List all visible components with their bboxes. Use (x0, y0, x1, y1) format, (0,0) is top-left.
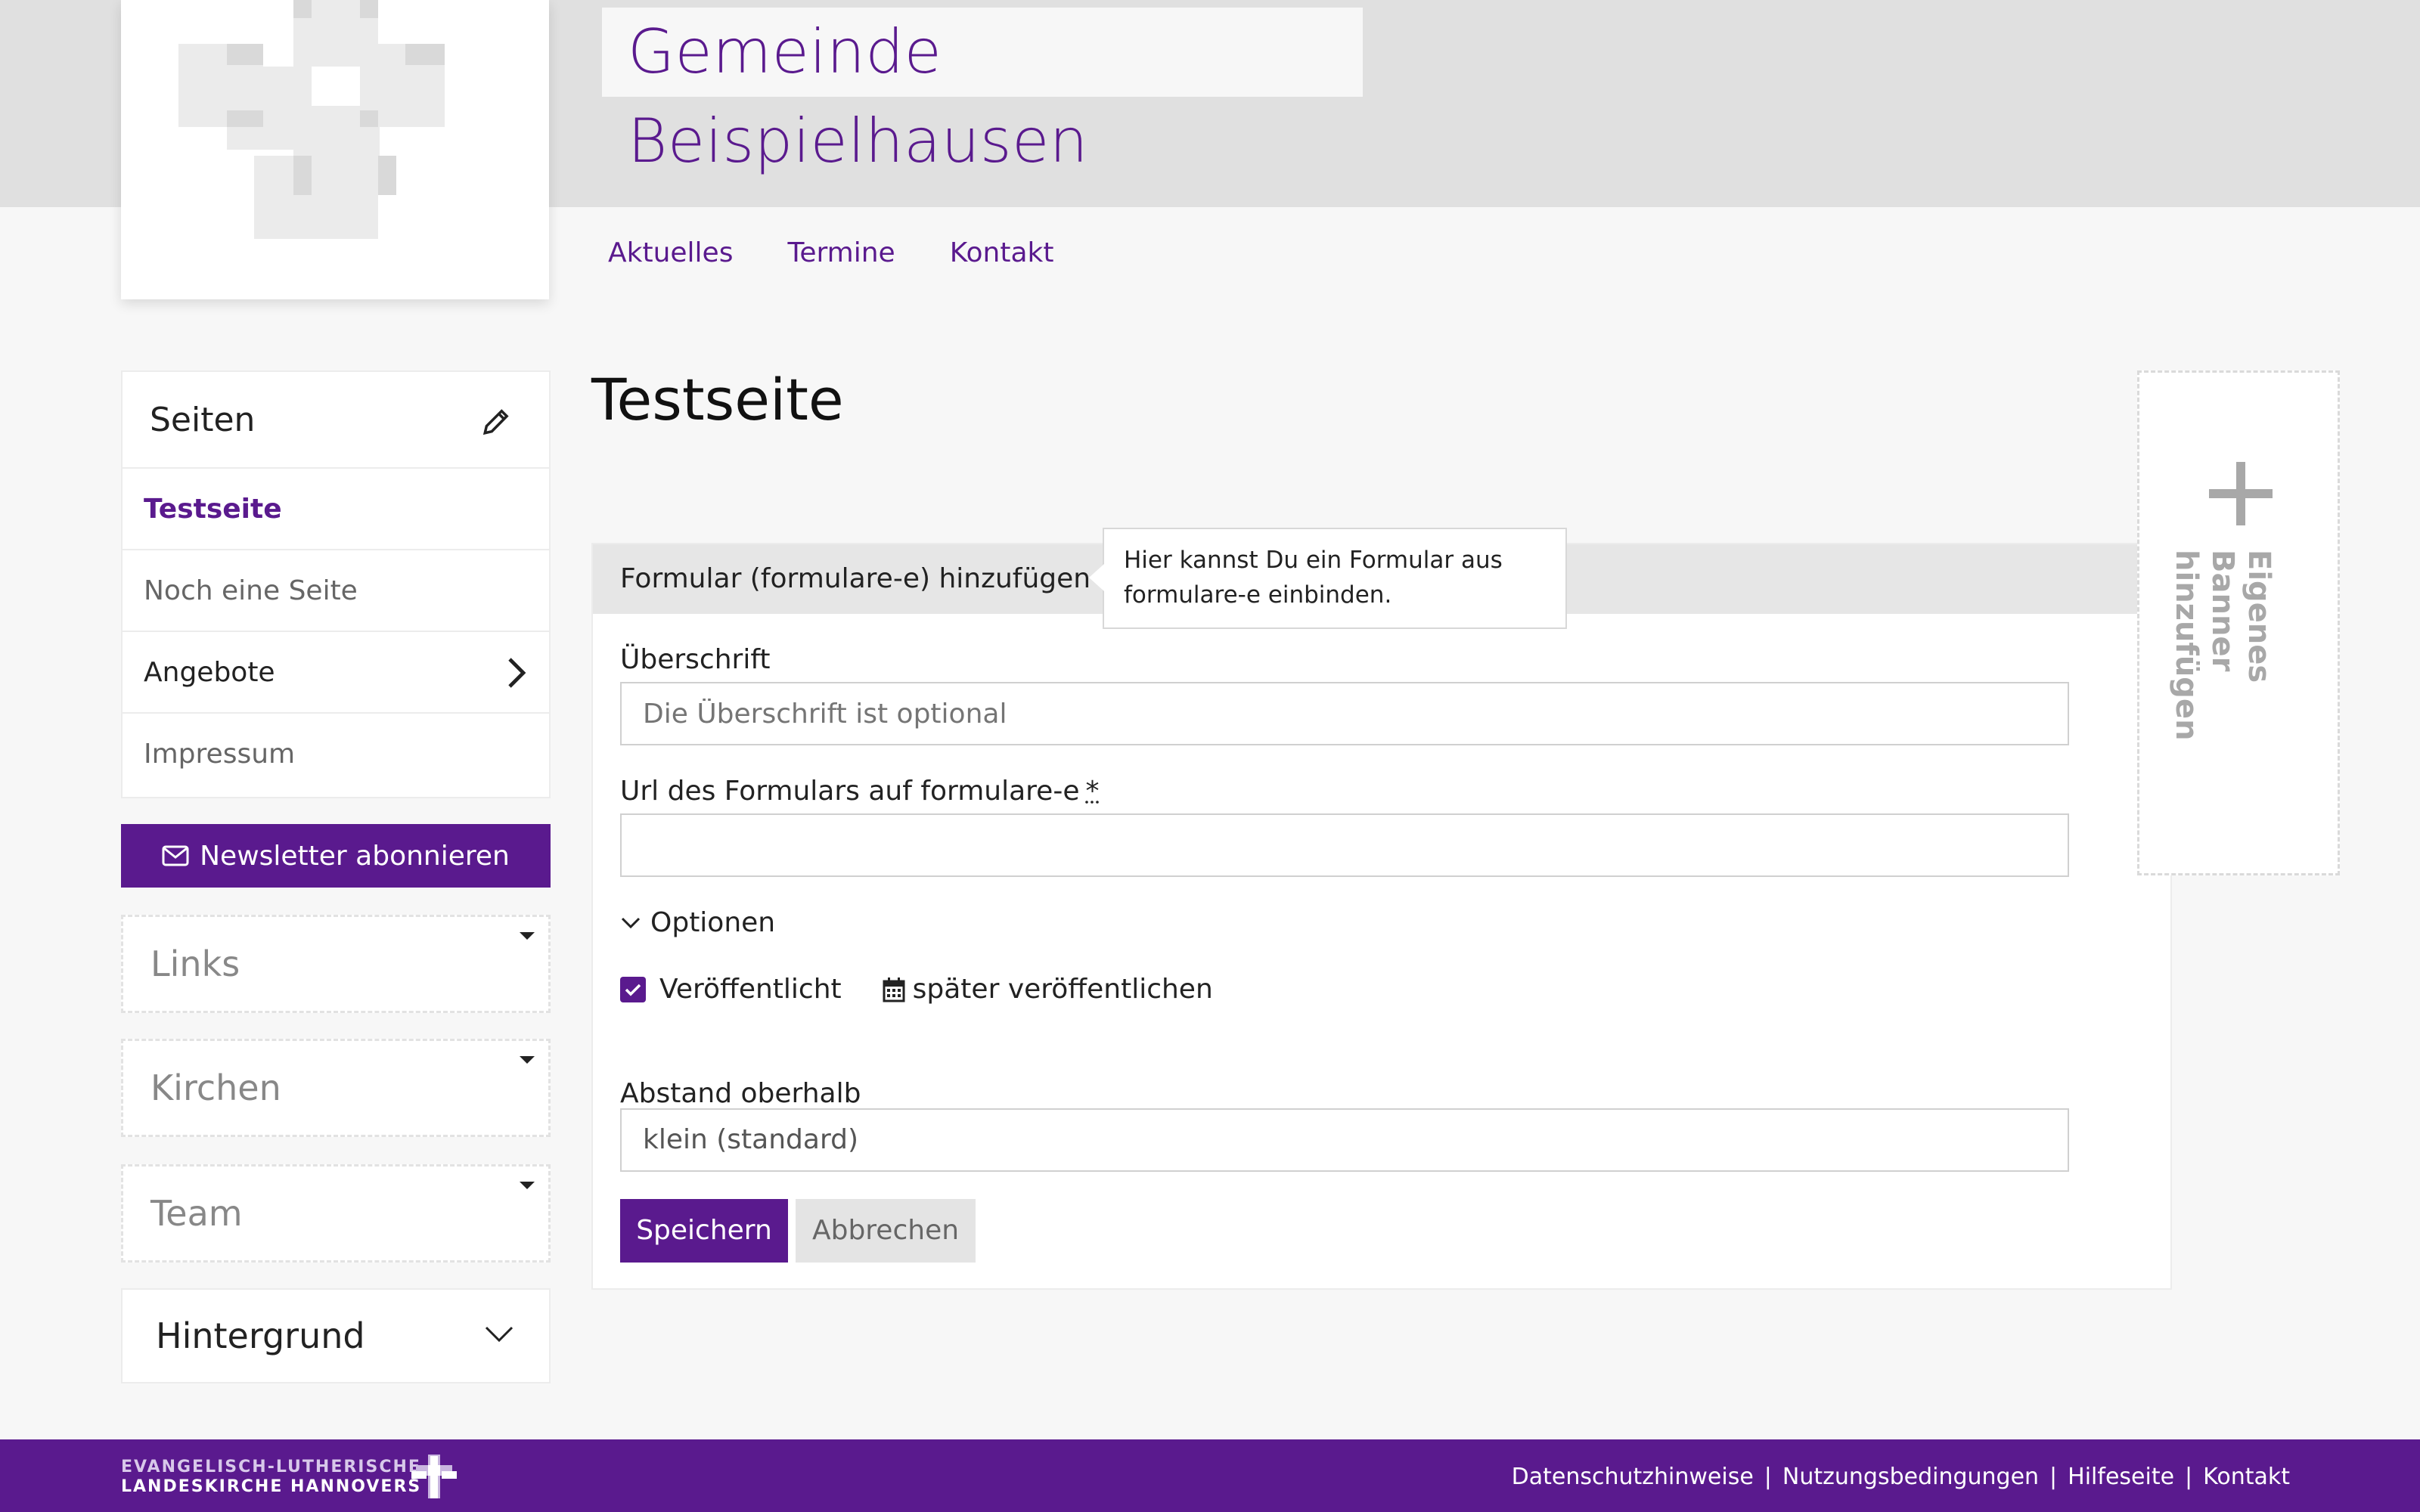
form-card: Formular (formulare-e) hinzufügen? Übers… (591, 543, 2172, 1290)
collapsible-label: Links (150, 943, 240, 984)
chevron-right-icon (508, 658, 526, 688)
site-logo[interactable] (121, 0, 549, 299)
pages-panel-header: Seiten (123, 372, 549, 469)
add-banner-button[interactable]: Eigenes Banner hinzufügen (2137, 370, 2340, 875)
form-card-title: Formular (formulare-e) hinzufügen (620, 563, 1091, 594)
footer-link-hilfeseite[interactable]: Hilfeseite (2068, 1464, 2174, 1490)
background-panel-label: Hintergrund (156, 1315, 365, 1356)
sidebar-item-impressum[interactable]: Impressum (123, 714, 549, 795)
chevron-down-icon (621, 917, 641, 928)
page-title: Testseite (591, 366, 844, 433)
publish-later-label: später veröffentlichen (912, 974, 1213, 1005)
sidebar-item-label: Impressum (144, 739, 296, 770)
cancel-button[interactable]: Abbrechen (796, 1199, 976, 1263)
caret-down-icon (520, 932, 535, 940)
footer-link-nutzungsbedingungen[interactable]: Nutzungsbedingungen (1782, 1464, 2039, 1490)
newsletter-button-label: Newsletter abonnieren (200, 840, 510, 872)
collapsible-links[interactable]: Links (121, 915, 551, 1013)
checkmark-icon (625, 984, 641, 996)
nav-termine[interactable]: Termine (787, 237, 895, 268)
footer-brand-line2: LANDESKIRCHE HANNOVERS (121, 1477, 422, 1496)
footer-brand[interactable]: EVANGELISCH-LUTHERISCHE LANDESKIRCHE HAN… (121, 1458, 421, 1497)
sidebar-item-angebote[interactable]: Angebote (123, 632, 549, 714)
chevron-down-icon (485, 1326, 513, 1343)
url-input[interactable] (620, 813, 2069, 877)
site-title[interactable]: Gemeinde Beispielhausen (602, 8, 1363, 176)
spacing-select[interactable]: klein (standard) (620, 1108, 2069, 1172)
sidebar-item-label: Angebote (144, 657, 275, 688)
published-checkbox[interactable] (620, 976, 646, 1002)
sidebar-item-testseite[interactable]: Testseite (123, 469, 549, 550)
caret-down-icon (520, 1182, 535, 1189)
envelope-icon (162, 845, 189, 866)
footer-separator: | (2049, 1464, 2058, 1490)
options-label: Optionen (650, 907, 776, 938)
sidebar-item-label: Testseite (144, 494, 282, 525)
pages-panel-title: Seiten (150, 401, 256, 439)
url-label: Url des Formulars auf formulare-e * (620, 776, 1099, 807)
footer-link-kontakt[interactable]: Kontakt (2203, 1464, 2290, 1490)
heading-label: Überschrift (620, 644, 771, 675)
options-toggle[interactable]: Optionen (620, 907, 775, 938)
newsletter-button[interactable]: Newsletter abonnieren (121, 824, 551, 888)
collapsible-team[interactable]: Team (121, 1164, 551, 1263)
caret-down-icon (520, 1056, 535, 1064)
publish-later-button[interactable]: später veröffentlichen (883, 974, 1213, 1005)
footer-links: Datenschutzhinweise | Nutzungsbedingunge… (1512, 1464, 2290, 1490)
publish-row: Veröffentlicht später veröffentlichen (620, 974, 1213, 1005)
church-cross-logo-icon (411, 1455, 457, 1498)
collapsible-label: Team (150, 1193, 243, 1234)
collapsible-label: Kirchen (150, 1067, 281, 1108)
footer-separator: | (2185, 1464, 2193, 1490)
footer-link-datenschutz[interactable]: Datenschutzhinweise (1512, 1464, 1754, 1490)
pencil-icon[interactable] (481, 405, 513, 437)
footer-separator: | (1764, 1464, 1772, 1490)
calendar-icon (883, 977, 905, 1002)
help-tooltip: Hier kannst Du ein Formular aus formular… (1089, 528, 1567, 629)
top-navigation: Aktuelles Termine Kontakt (608, 237, 1109, 268)
nav-kontakt[interactable]: Kontakt (950, 237, 1054, 268)
footer: EVANGELISCH-LUTHERISCHE LANDESKIRCHE HAN… (0, 1439, 2420, 1512)
background-panel-toggle[interactable]: Hintergrund (121, 1288, 551, 1383)
plus-icon (2209, 462, 2273, 525)
heading-input[interactable] (620, 682, 2069, 745)
url-label-text: Url des Formulars auf formulare-e (620, 776, 1080, 807)
collapsible-kirchen[interactable]: Kirchen (121, 1039, 551, 1137)
required-marker: * (1085, 776, 1100, 807)
published-label[interactable]: Veröffentlicht (659, 974, 842, 1005)
spacing-label: Abstand oberhalb (620, 1078, 861, 1109)
sidebar-item-noch-eine-seite[interactable]: Noch eine Seite (123, 550, 549, 632)
sidebar-item-label: Noch eine Seite (144, 575, 358, 606)
cross-logo-icon (178, 0, 445, 239)
nav-aktuelles[interactable]: Aktuelles (608, 237, 733, 268)
footer-brand-line1: EVANGELISCH-LUTHERISCHE (121, 1458, 421, 1476)
add-banner-label: Eigenes Banner hinzufügen (2169, 550, 2276, 741)
pages-panel: Seiten Testseite Noch eine Seite Angebot… (121, 370, 551, 798)
save-button[interactable]: Speichern (620, 1199, 788, 1263)
